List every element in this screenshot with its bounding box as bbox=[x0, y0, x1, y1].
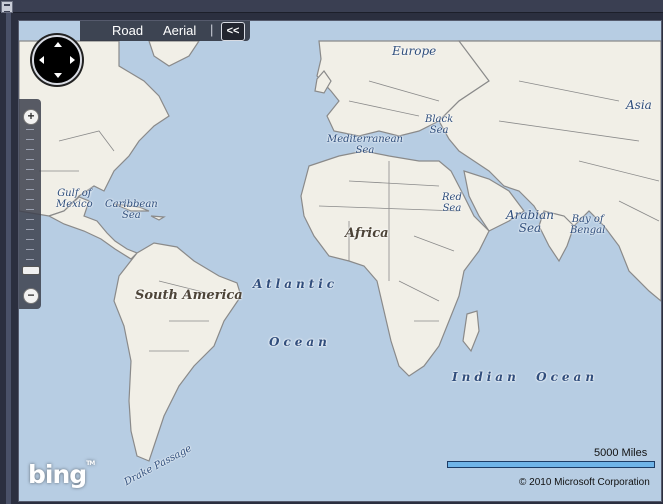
label-atlantic-ocean: Ocean bbox=[269, 335, 331, 349]
zoom-tick bbox=[26, 219, 34, 220]
label-atlantic: Atlantic bbox=[253, 277, 339, 291]
zoom-track[interactable] bbox=[26, 129, 34, 289]
land-greenland bbox=[148, 40, 201, 67]
bing-logo: bingTM bbox=[28, 460, 95, 489]
label-indian-ocean: Indian Ocean bbox=[452, 370, 599, 384]
zoom-slider-thumb[interactable] bbox=[22, 266, 40, 275]
compass-icon[interactable] bbox=[32, 35, 82, 85]
land-madagascar bbox=[462, 310, 480, 353]
pan-left-icon[interactable] bbox=[39, 56, 44, 64]
label-mediterranean-sea: Mediterranean Sea bbox=[327, 134, 403, 156]
scale-bar bbox=[447, 461, 655, 468]
label-asia: Asia bbox=[626, 98, 652, 112]
label-red-sea: Red Sea bbox=[442, 192, 462, 214]
pan-right-icon[interactable] bbox=[70, 56, 75, 64]
map-view[interactable]: Europe Asia Black Sea Mediterranean Sea … bbox=[18, 20, 662, 502]
label-gulf-of-mexico: Gulf of Mexico bbox=[56, 188, 93, 210]
zoom-tick bbox=[26, 189, 34, 190]
label-africa: Africa bbox=[345, 226, 389, 241]
zoom-tick bbox=[26, 129, 34, 130]
zoom-out-icon[interactable]: − bbox=[23, 288, 39, 304]
nav-separator: | bbox=[210, 22, 214, 37]
label-south-america: South America bbox=[135, 288, 243, 303]
zoom-tick bbox=[26, 149, 34, 150]
left-frame bbox=[0, 13, 18, 504]
pan-up-icon[interactable] bbox=[54, 42, 62, 47]
map-nav-bar: Road Aerial | << bbox=[80, 21, 250, 41]
label-black-sea: Black Sea bbox=[425, 114, 454, 136]
zoom-tick bbox=[26, 249, 34, 250]
label-caribbean-sea: Caribbean Sea bbox=[105, 199, 158, 221]
zoom-tick bbox=[26, 209, 34, 210]
zoom-in-icon[interactable]: + bbox=[23, 109, 39, 125]
bing-logo-text: bing bbox=[28, 460, 87, 489]
zoom-tick bbox=[26, 179, 34, 180]
aerial-view-button[interactable]: Aerial bbox=[163, 23, 196, 38]
zoom-tick bbox=[26, 139, 34, 140]
copyright-text: © 2010 Microsoft Corporation bbox=[519, 477, 650, 488]
zoom-tick bbox=[26, 169, 34, 170]
zoom-tick bbox=[26, 199, 34, 200]
label-bay-of-bengal: Bay of Bengal bbox=[570, 214, 606, 236]
zoom-tick bbox=[26, 259, 34, 260]
land-south-america bbox=[113, 242, 242, 462]
left-frame-rail bbox=[6, 13, 11, 504]
zoom-tick bbox=[26, 229, 34, 230]
label-arabian-sea: Arabian Sea bbox=[506, 208, 554, 235]
title-bar bbox=[0, 0, 663, 13]
window-menu-icon[interactable] bbox=[1, 1, 13, 13]
collapse-icon[interactable]: << bbox=[221, 22, 245, 41]
zoom-control: + − bbox=[19, 99, 41, 309]
pan-down-icon[interactable] bbox=[54, 73, 62, 78]
zoom-tick bbox=[26, 239, 34, 240]
map-landmasses bbox=[19, 40, 661, 462]
label-europe: Europe bbox=[392, 44, 437, 58]
trademark-mark: TM bbox=[86, 460, 95, 467]
road-view-button[interactable]: Road bbox=[112, 23, 143, 38]
scale-label: 5000 Miles bbox=[594, 447, 648, 459]
zoom-tick bbox=[26, 159, 34, 160]
